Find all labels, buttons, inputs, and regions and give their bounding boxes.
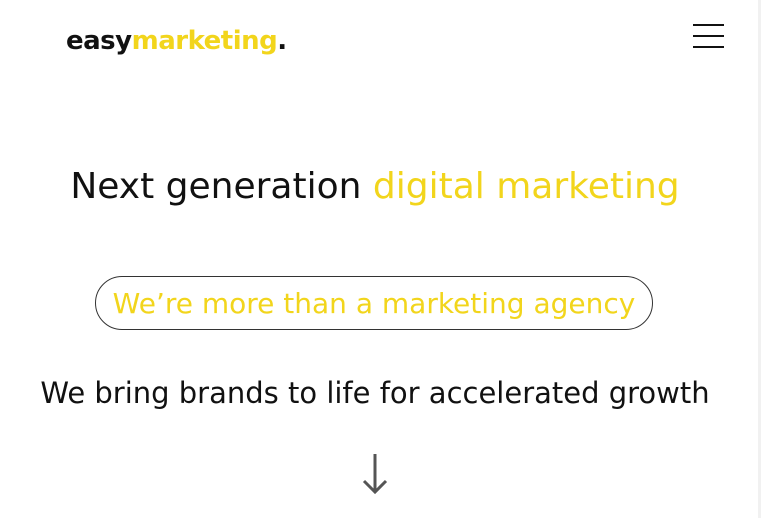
logo-word-marketing: marketing	[131, 26, 278, 56]
agency-pill: We’re more than a marketing agency	[95, 276, 653, 330]
agency-pill-label: We’re more than a marketing agency	[112, 286, 636, 320]
arrow-down-icon-svg	[362, 454, 388, 495]
hamburger-menu-icon[interactable]	[693, 23, 725, 49]
page: easymarketing. Next generation digital m…	[0, 0, 761, 518]
menu-bar-top	[693, 24, 724, 26]
menu-bar-bottom	[693, 46, 724, 48]
headline-plain: Next generation	[70, 166, 373, 207]
brand-logo[interactable]: easymarketing.	[66, 26, 287, 56]
hero-tagline: We bring brands to life for accelerated …	[40, 376, 710, 410]
menu-bar-middle	[693, 35, 724, 37]
headline-accent: digital marketing	[372, 166, 680, 207]
hero-headline: Next generation digital marketing	[0, 166, 750, 208]
arrow-down-icon[interactable]	[362, 452, 388, 496]
logo-dot: .	[277, 26, 287, 56]
logo-word-easy: easy	[66, 26, 132, 56]
